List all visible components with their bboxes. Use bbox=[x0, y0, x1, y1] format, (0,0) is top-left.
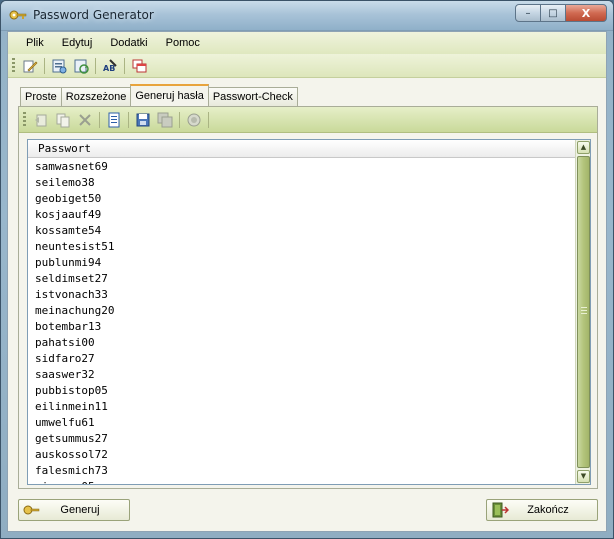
spellcheck-icon: AB bbox=[103, 58, 117, 73]
table-row[interactable]: auskossol72 bbox=[28, 447, 576, 463]
table-row[interactable]: getsummus27 bbox=[28, 431, 576, 447]
refresh-button[interactable] bbox=[70, 56, 92, 76]
menu-edytuj[interactable]: Edytuj bbox=[54, 35, 101, 51]
exit-button-label: Zakończ bbox=[527, 504, 569, 516]
table-row[interactable]: eigmanc05 bbox=[28, 479, 576, 484]
document-icon bbox=[108, 112, 120, 127]
toolbar-separator bbox=[124, 57, 125, 74]
window-title: Password Generator bbox=[33, 8, 154, 22]
key-icon bbox=[23, 505, 40, 515]
scroll-thumb-grip bbox=[581, 307, 587, 315]
panel-toolbar bbox=[19, 107, 597, 133]
table-row[interactable]: saaswer32 bbox=[28, 367, 576, 383]
client-area: Plik Edytuj Dodatki Pomoc AB Proste Rozs… bbox=[7, 31, 607, 532]
app-window: Password Generator – □ X Plik Edytuj Dod… bbox=[0, 0, 614, 539]
toolbar-separator bbox=[44, 57, 45, 74]
table-row[interactable]: pahatsi00 bbox=[28, 335, 576, 351]
copy-button[interactable] bbox=[52, 110, 74, 130]
view-button[interactable] bbox=[48, 56, 70, 76]
save-icon bbox=[136, 113, 150, 126]
table-row[interactable]: kosjaauf49 bbox=[28, 207, 576, 223]
tab-passwort-check[interactable]: Passwort-Check bbox=[207, 87, 298, 106]
table-row[interactable]: sidfaro27 bbox=[28, 351, 576, 367]
pencil-icon bbox=[23, 60, 38, 72]
scroll-up-arrow[interactable]: ▲ bbox=[577, 141, 590, 154]
delete-icon bbox=[79, 113, 91, 126]
toolbar-grip[interactable] bbox=[12, 57, 15, 74]
table-row[interactable]: geobiget50 bbox=[28, 191, 576, 207]
caption-buttons: – □ X bbox=[515, 4, 607, 24]
stop-icon bbox=[187, 113, 201, 126]
edit-button[interactable] bbox=[19, 56, 41, 76]
table-row[interactable]: kossamte54 bbox=[28, 223, 576, 239]
minimize-button[interactable]: – bbox=[515, 4, 541, 22]
toolbar-separator bbox=[95, 57, 96, 74]
table-row[interactable]: pubbistop05 bbox=[28, 383, 576, 399]
close-button[interactable]: X bbox=[565, 4, 607, 22]
save-all-icon bbox=[157, 112, 173, 127]
exit-button[interactable]: Zakończ bbox=[486, 499, 598, 521]
generate-button-label: Generuj bbox=[60, 504, 100, 516]
table-row[interactable]: eilinmein11 bbox=[28, 399, 576, 415]
generate-button[interactable]: Generuj bbox=[18, 499, 130, 521]
table-row[interactable]: samwasnet69 bbox=[28, 159, 576, 175]
undo-icon bbox=[35, 114, 47, 126]
scroll-down-arrow[interactable]: ▼ bbox=[577, 470, 590, 483]
panel-toolbar-grip[interactable] bbox=[23, 111, 26, 128]
exit-door-icon bbox=[492, 502, 509, 518]
delete-button[interactable] bbox=[74, 110, 96, 130]
scroll-thumb[interactable] bbox=[577, 156, 590, 468]
generate-tab-panel: Passwort samwasnet69 seilemo38 geobiget5… bbox=[18, 106, 598, 489]
save-all-button[interactable] bbox=[154, 110, 176, 130]
table-row[interactable]: umwelfu61 bbox=[28, 415, 576, 431]
tab-rozszerzone[interactable]: Rozszeżone bbox=[60, 87, 132, 106]
table-row[interactable]: istvonach33 bbox=[28, 287, 576, 303]
menu-bar: Plik Edytuj Dodatki Pomoc bbox=[8, 32, 606, 54]
panel-toolbar-separator bbox=[99, 111, 100, 128]
menu-plik[interactable]: Plik bbox=[18, 35, 52, 51]
table-row[interactable]: seilemo38 bbox=[28, 175, 576, 191]
table-row[interactable]: falesmich73 bbox=[28, 463, 576, 479]
panel-toolbar-separator bbox=[208, 111, 209, 128]
table-row[interactable]: publunmi94 bbox=[28, 255, 576, 271]
tab-proste[interactable]: Proste bbox=[20, 87, 62, 106]
table-row[interactable]: meinachung20 bbox=[28, 303, 576, 319]
title-bar[interactable]: Password Generator – □ X bbox=[1, 1, 613, 31]
stop-button[interactable] bbox=[183, 110, 205, 130]
tab-generuj-hasla[interactable]: Generuj hasła bbox=[130, 84, 209, 106]
grid-rows: samwasnet69 seilemo38 geobiget50 kosjaau… bbox=[28, 159, 576, 484]
copy-icon bbox=[56, 113, 70, 127]
password-grid[interactable]: Passwort samwasnet69 seilemo38 geobiget5… bbox=[27, 139, 591, 485]
table-row[interactable]: neuntesist51 bbox=[28, 239, 576, 255]
window-icon bbox=[132, 59, 147, 72]
column-header-passwort[interactable]: Passwort bbox=[28, 140, 576, 158]
tab-strip: Proste Rozszeżone Generuj hasła Passwort… bbox=[20, 84, 298, 106]
maximize-button[interactable]: □ bbox=[540, 4, 566, 22]
panel-toolbar-separator bbox=[179, 111, 180, 128]
undo-button[interactable] bbox=[30, 110, 52, 130]
spellcheck-button[interactable]: AB bbox=[99, 56, 121, 76]
view-icon bbox=[52, 59, 67, 73]
document-button[interactable] bbox=[103, 110, 125, 130]
table-row[interactable]: botembar13 bbox=[28, 319, 576, 335]
menu-dodatki[interactable]: Dodatki bbox=[102, 35, 155, 51]
main-toolbar: AB bbox=[8, 54, 606, 78]
key-icon bbox=[9, 10, 27, 20]
menu-pomoc[interactable]: Pomoc bbox=[158, 35, 208, 51]
svg-text:AB: AB bbox=[103, 64, 115, 73]
save-button[interactable] bbox=[132, 110, 154, 130]
refresh-icon bbox=[74, 59, 89, 74]
vertical-scrollbar[interactable]: ▲ ▼ bbox=[575, 140, 590, 484]
panel-toolbar-separator bbox=[128, 111, 129, 128]
window-button[interactable] bbox=[128, 56, 150, 76]
table-row[interactable]: seldimset27 bbox=[28, 271, 576, 287]
